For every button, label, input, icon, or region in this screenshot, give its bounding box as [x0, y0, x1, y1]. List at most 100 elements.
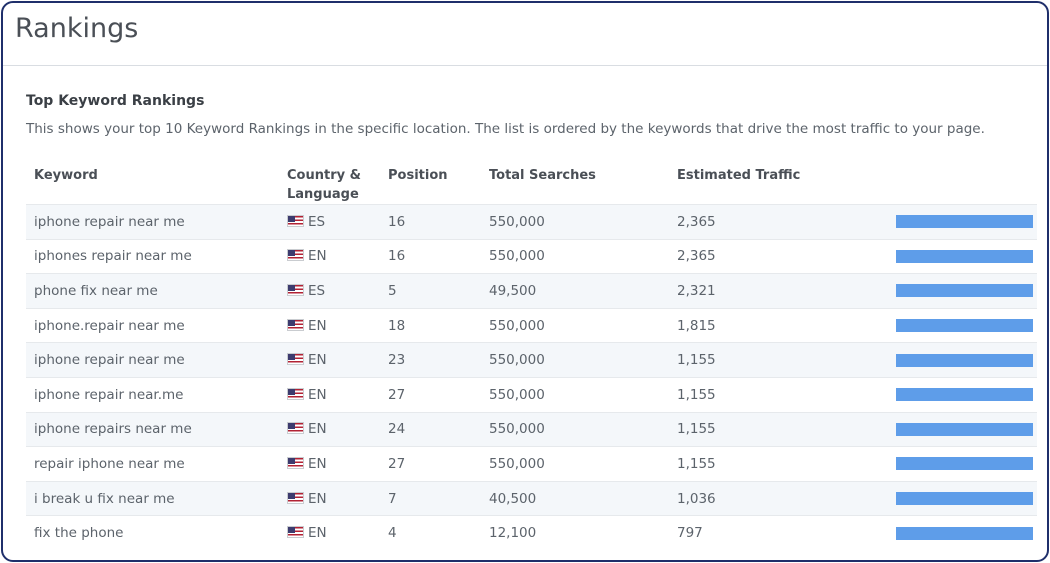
country-language-cell: ES — [279, 205, 380, 240]
keyword-text: i break u fix near me — [34, 491, 175, 507]
traffic-bar-cell — [879, 239, 1037, 274]
keyword-text: iphone repair near me — [34, 214, 185, 230]
us-flag-icon — [287, 457, 304, 469]
traffic-bar — [896, 457, 1033, 470]
country-language-cell: EN — [279, 516, 380, 551]
header-country-language: Country & Language — [279, 157, 380, 205]
keyword-cell: iphone.repair near me — [26, 308, 279, 343]
position-cell: 5 — [380, 274, 481, 309]
rankings-panel: Rankings Top Keyword Rankings This shows… — [1, 1, 1049, 562]
traffic-bar-track — [896, 527, 1033, 540]
table-row: iphone repair near meES16550,0002,365 — [26, 205, 1037, 240]
position-cell: 18 — [380, 308, 481, 343]
estimated-traffic-cell: 1,155 — [669, 447, 879, 482]
language-text: ES — [308, 283, 325, 299]
traffic-bar — [896, 423, 1033, 436]
us-flag-icon — [287, 249, 304, 261]
traffic-bar — [896, 250, 1033, 263]
keyword-cell: repair iphone near me — [26, 447, 279, 482]
us-flag-icon — [287, 492, 304, 504]
table-row: iphone repairs near meEN24550,0001,155 — [26, 412, 1037, 447]
position-cell: 27 — [380, 447, 481, 482]
traffic-bar-track — [896, 423, 1033, 436]
keyword-cell: i break u fix near me — [26, 481, 279, 516]
country-language-cell: EN — [279, 239, 380, 274]
keyword-text: iphone repair near.me — [34, 387, 183, 403]
keyword-cell: iphones repair near me — [26, 239, 279, 274]
language-text: EN — [308, 525, 327, 541]
keyword-cell: iphone repair near me — [26, 343, 279, 378]
position-cell: 16 — [380, 239, 481, 274]
traffic-bar-cell — [879, 412, 1037, 447]
total-searches-cell: 12,100 — [481, 516, 669, 551]
traffic-bar-track — [896, 250, 1033, 263]
us-flag-icon — [287, 284, 304, 296]
language-text: EN — [308, 318, 327, 334]
position-cell: 24 — [380, 412, 481, 447]
traffic-bar — [896, 284, 1033, 297]
us-flag-icon — [287, 353, 304, 365]
header-position: Position — [380, 157, 481, 205]
traffic-bar — [896, 354, 1033, 367]
table-row: iphone repair near meEN23550,0001,155 — [26, 343, 1037, 378]
table-row: fix the phone EN 412,100797 — [26, 516, 1037, 551]
section-description: This shows your top 10 Keyword Rankings … — [26, 121, 985, 137]
traffic-bar-track — [896, 388, 1033, 401]
traffic-bar-track — [896, 284, 1033, 297]
keyword-text: phone fix near me — [34, 283, 158, 299]
traffic-bar — [896, 388, 1033, 401]
keyword-rankings-table: Keyword Country & Language Position Tota… — [26, 157, 1037, 550]
header-country-line2: Language — [287, 187, 359, 202]
estimated-traffic-cell: 797 — [669, 516, 879, 551]
traffic-bar-cell — [879, 308, 1037, 343]
position-cell: 27 — [380, 377, 481, 412]
traffic-bar — [896, 492, 1033, 505]
table-row: iphone repair near.meEN27550,0001,155 — [26, 377, 1037, 412]
position-cell: 4 — [380, 516, 481, 551]
traffic-bar — [896, 215, 1033, 228]
header-estimated-traffic: Estimated Traffic — [669, 157, 879, 205]
table-row: i break u fix near meEN740,5001,036 — [26, 481, 1037, 516]
estimated-traffic-cell: 1,815 — [669, 308, 879, 343]
total-searches-cell: 550,000 — [481, 239, 669, 274]
traffic-bar-track — [896, 492, 1033, 505]
total-searches-cell: 550,000 — [481, 343, 669, 378]
traffic-bar-track — [896, 457, 1033, 470]
table-header-row: Keyword Country & Language Position Tota… — [26, 157, 1037, 205]
estimated-traffic-cell: 2,321 — [669, 274, 879, 309]
country-language-cell: EN — [279, 447, 380, 482]
header-bar — [879, 157, 1037, 205]
us-flag-icon — [287, 526, 304, 538]
traffic-bar — [896, 319, 1033, 332]
keyword-cell: iphone repair near.me — [26, 377, 279, 412]
estimated-traffic-cell: 1,155 — [669, 343, 879, 378]
total-searches-cell: 550,000 — [481, 447, 669, 482]
language-text: EN — [308, 456, 327, 472]
estimated-traffic-cell: 2,365 — [669, 239, 879, 274]
country-language-cell: EN — [279, 481, 380, 516]
keyword-cell: iphone repair near me — [26, 205, 279, 240]
keyword-text: iphones repair near me — [34, 248, 192, 264]
table-row: repair iphone near me EN 27550,0001,155 — [26, 447, 1037, 482]
language-text: EN — [308, 248, 327, 264]
estimated-traffic-cell: 1,036 — [669, 481, 879, 516]
country-language-cell: EN — [279, 343, 380, 378]
traffic-bar-track — [896, 354, 1033, 367]
keyword-text: iphone repair near me — [34, 352, 185, 368]
page-title: Rankings — [15, 13, 138, 44]
total-searches-cell: 49,500 — [481, 274, 669, 309]
divider — [3, 65, 1047, 66]
table-row: phone fix near me ES 549,5002,321 — [26, 274, 1037, 309]
language-text: EN — [308, 491, 327, 507]
traffic-bar-track — [896, 215, 1033, 228]
country-language-cell: EN — [279, 412, 380, 447]
language-text: ES — [308, 214, 325, 230]
traffic-bar-cell — [879, 274, 1037, 309]
country-language-cell: EN — [279, 377, 380, 412]
language-text: EN — [308, 387, 327, 403]
total-searches-cell: 550,000 — [481, 377, 669, 412]
keyword-cell: fix the phone — [26, 516, 279, 551]
traffic-bar-cell — [879, 516, 1037, 551]
position-cell: 7 — [380, 481, 481, 516]
table-row: iphones repair near me EN 16550,0002,365 — [26, 239, 1037, 274]
